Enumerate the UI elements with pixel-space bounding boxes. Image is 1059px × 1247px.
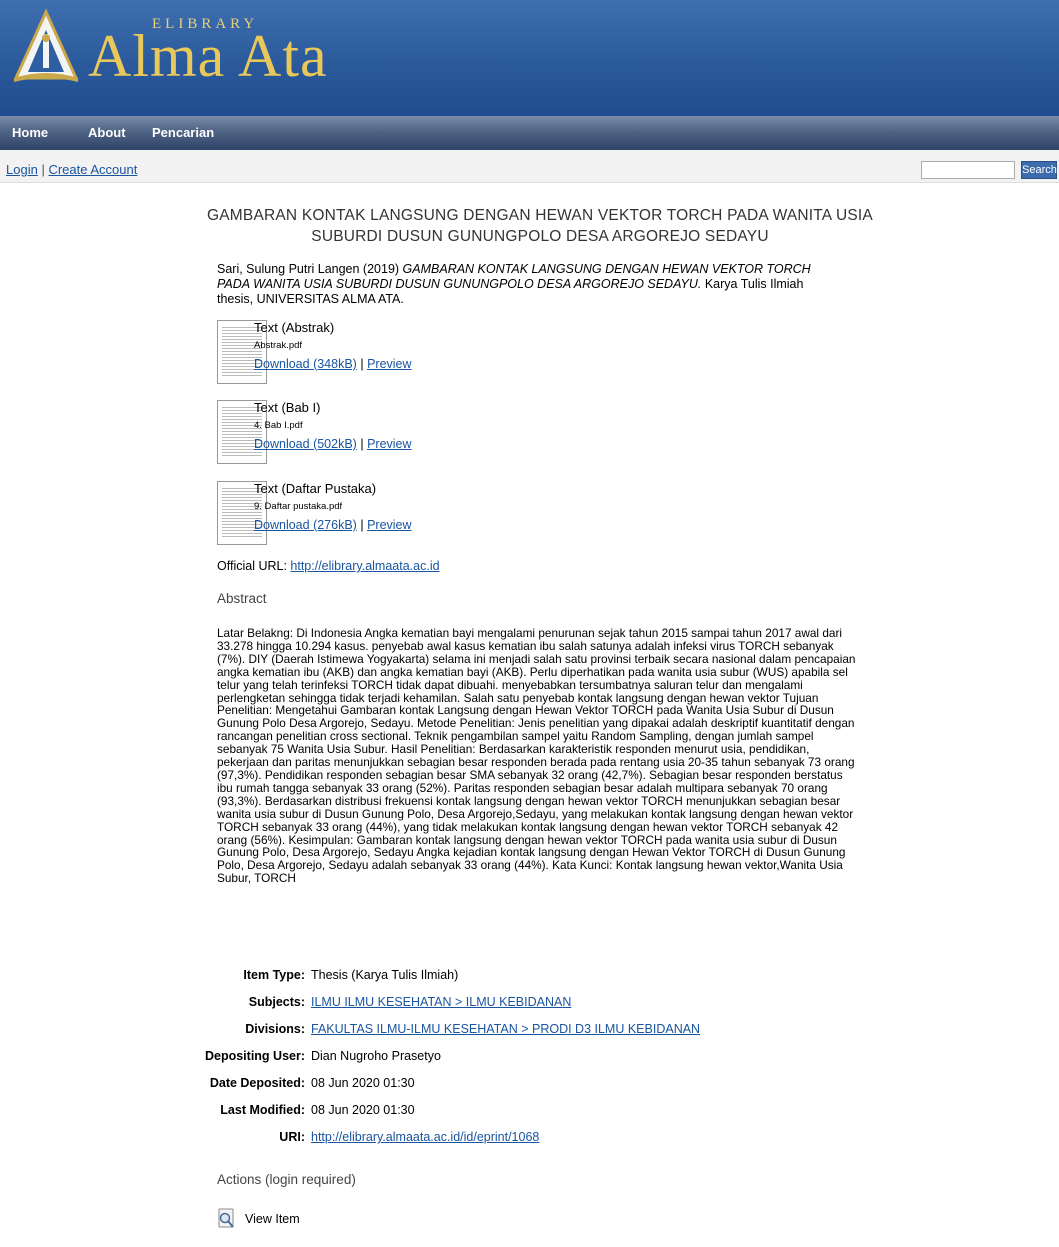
metadata-value-row: Thesis (Karya Tulis Ilmiah) [0,968,900,984]
site-header: ELIBRARY Alma Ata [0,0,1059,116]
document-type: Text (Daftar Pustaka) [254,481,377,496]
metadata-value: Thesis (Karya Tulis Ilmiah) [311,968,459,982]
official-url-link[interactable]: http://elibrary.almaata.ac.id [290,559,439,573]
official-url-label: Official URL: [217,559,291,573]
division-link[interactable]: FAKULTAS ILMU-ILMU KESEHATAN > PRODI D3 … [311,1022,700,1036]
document-filename: 4. Bab I.pdf [254,420,303,431]
separator: | [360,518,364,532]
metadata-value-row: Dian Nugroho Prasetyo [0,1049,900,1065]
separator: | [41,162,45,177]
document-item: Text (Abstrak) Abstrak.pdf Download (348… [217,320,517,390]
nav-about[interactable]: About [88,125,126,140]
account-bar: Login | Create Account [0,150,1059,183]
citation-author-year: Sari, Sulung Putri Langen (2019) [217,262,403,276]
login-link[interactable]: Login [6,162,38,177]
separator: | [360,437,364,451]
preview-link[interactable]: Preview [367,518,411,532]
abstract-heading: Abstract [217,591,267,606]
metadata-value-row: FAKULTAS ILMU-ILMU KESEHATAN > PRODI D3 … [0,1022,900,1038]
metadata-value-row: http://elibrary.almaata.ac.id/id/eprint/… [0,1130,900,1146]
download-link[interactable]: Download (502kB) [254,437,357,451]
document-item: Text (Bab I) 4. Bab I.pdf Download (502k… [217,400,517,470]
citation: Sari, Sulung Putri Langen (2019) GAMBARA… [217,262,837,307]
subject-link[interactable]: ILMU ILMU KESEHATAN > ILMU KEBIDANAN [311,995,571,1009]
uri-link[interactable]: http://elibrary.almaata.ac.id/id/eprint/… [311,1130,539,1144]
create-account-link[interactable]: Create Account [48,162,137,177]
magnifier-icon [218,1208,234,1228]
document-item: Text (Daftar Pustaka) 9. Daftar pustaka.… [217,481,517,551]
separator: | [360,357,364,371]
document-type: Text (Bab I) [254,400,321,415]
actions-heading: Actions (login required) [217,1172,356,1187]
search-button[interactable]: Search [1021,161,1057,179]
nav-home[interactable]: Home [12,125,48,140]
metadata-value-row: 08 Jun 2020 01:30 [0,1103,900,1119]
official-url: Official URL: http://elibrary.almaata.ac… [217,559,440,573]
document-filename: 9. Daftar pustaka.pdf [254,501,343,512]
abstract-text: Latar Belakng: Di Indonesia Angka kemati… [217,626,856,886]
metadata-value: 08 Jun 2020 01:30 [311,1076,415,1090]
document-filename: Abstrak.pdf [254,340,303,351]
metadata-value: Dian Nugroho Prasetyo [311,1049,441,1063]
view-item-label: View Item [245,1212,300,1226]
alma-ata-emblem-icon [13,8,79,82]
page-title: GAMBARAN KONTAK LANGSUNG DENGAN HEWAN VE… [207,207,873,245]
preview-link[interactable]: Preview [367,437,411,451]
metadata-value: 08 Jun 2020 01:30 [311,1103,415,1117]
search-input[interactable] [921,161,1015,179]
document-type: Text (Abstrak) [254,320,335,335]
nav-pencarian[interactable]: Pencarian [152,125,214,140]
logo-main-text: Alma Ata [88,23,328,89]
main-nav: Home About Pencarian [0,116,1059,150]
preview-link[interactable]: Preview [367,357,411,371]
download-link[interactable]: Download (348kB) [254,357,357,371]
metadata-value-row: 08 Jun 2020 01:30 [0,1076,900,1092]
download-link[interactable]: Download (276kB) [254,518,357,532]
metadata-value-row: ILMU ILMU KESEHATAN > ILMU KEBIDANAN [0,995,900,1011]
